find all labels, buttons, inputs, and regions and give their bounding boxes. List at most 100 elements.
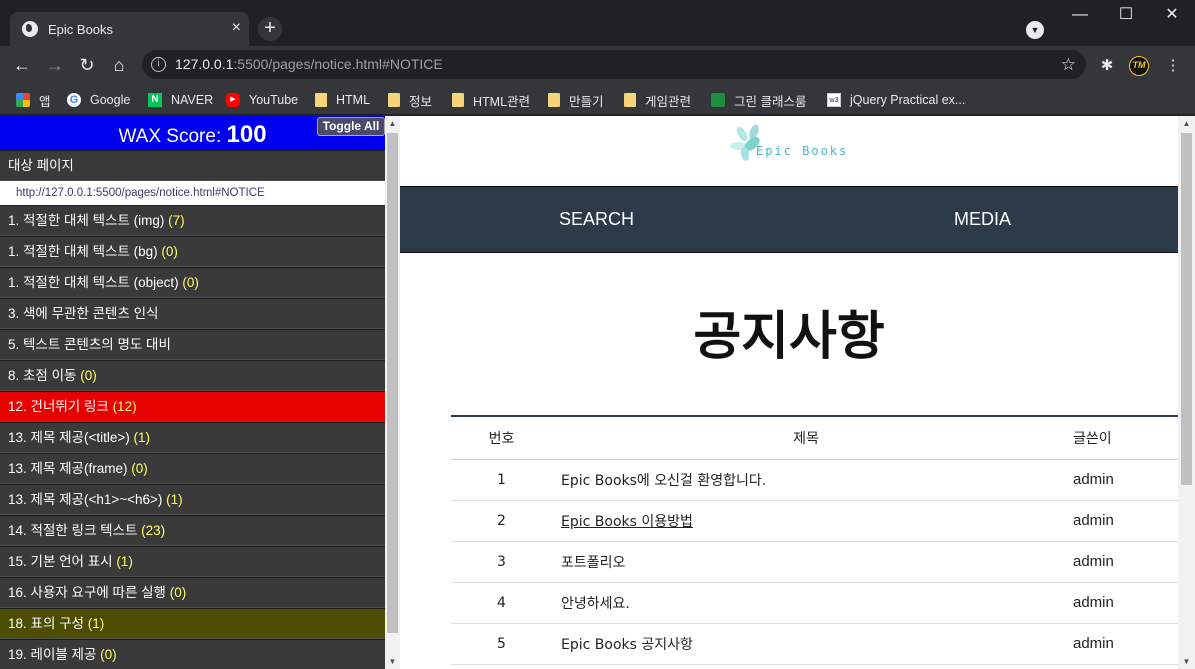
notice-table: 번호 제목 글쓴이 1 Epic Books에 오신걸 환영합니다. admin… — [451, 415, 1178, 665]
scroll-down-icon[interactable]: ▼ — [385, 654, 400, 669]
wax-item-count: (7) — [168, 213, 185, 228]
page-scrollbar[interactable]: ▲ ▼ — [1178, 116, 1195, 669]
table-row: 4 안녕하세요. admin — [451, 582, 1178, 624]
cell-title-link[interactable]: 안녕하세요. — [552, 582, 1060, 624]
new-tab-button[interactable]: + — [258, 17, 282, 41]
wax-item-language[interactable]: 15. 기본 언어 표시 (1) — [0, 546, 385, 577]
reload-button[interactable]: ↻ — [74, 52, 100, 78]
wax-item-label: 16. 사용자 요구에 따른 실행 — [8, 585, 166, 600]
maximize-button[interactable]: ☐ — [1103, 0, 1149, 32]
bookmark-label: 만들기 — [569, 94, 604, 109]
wax-item-count: (1) — [166, 492, 183, 507]
bookmark-label: HTML — [336, 93, 371, 107]
close-window-button[interactable]: ✕ — [1149, 0, 1195, 32]
bookmark-html[interactable]: HTML — [315, 90, 370, 110]
site-logo[interactable]: Epic Books — [730, 122, 860, 162]
wax-item-skip-link[interactable]: 12. 건너뛰기 링크 (12) — [0, 391, 385, 422]
bookmark-html-related[interactable]: HTML관련 — [452, 90, 530, 110]
close-tab-icon[interactable]: × — [232, 20, 241, 36]
cell-author: admin — [1060, 500, 1178, 542]
bookmark-youtube[interactable]: ▶ YouTube — [226, 90, 298, 110]
wax-item-headings[interactable]: 13. 제목 제공(<h1>~<h6>) (1) — [0, 484, 385, 515]
bookmark-game[interactable]: 게임관련 — [624, 90, 691, 110]
cell-author: admin — [1060, 582, 1178, 624]
bookmark-apps[interactable]: 앱 — [16, 90, 51, 110]
wax-item-label[interactable]: 19. 레이블 제공 (0) — [0, 639, 385, 669]
tab-title: Epic Books — [48, 21, 114, 37]
wax-item-title[interactable]: 13. 제목 제공(<title>) (1) — [0, 422, 385, 453]
nav-media[interactable]: MEDIA — [954, 209, 1011, 230]
cell-author: admin — [1060, 623, 1178, 665]
tampermonkey-icon[interactable]: TM — [1129, 56, 1149, 76]
bookmark-star-icon[interactable]: ☆ — [1061, 50, 1076, 79]
wax-item-user-request[interactable]: 16. 사용자 요구에 따른 실행 (0) — [0, 577, 385, 608]
wax-item-frame[interactable]: 13. 제목 제공(frame) (0) — [0, 453, 385, 484]
youtube-icon: ▶ — [226, 93, 240, 107]
website: Epic Books SEARCH MEDIA 공지사항 번호 제목 글쓴이 1… — [400, 116, 1178, 669]
scrollbar-thumb[interactable] — [1181, 133, 1192, 485]
bookmark-label: YouTube — [249, 93, 299, 107]
cell-title-link[interactable]: Epic Books 이용방법 — [552, 500, 1060, 542]
site-info-icon[interactable]: i — [151, 57, 166, 72]
address-bar[interactable]: i 127.0.0.1:5500/pages/notice.html#NOTIC… — [142, 50, 1086, 79]
wax-item-count: (0) — [100, 647, 117, 662]
wax-item-object-alt[interactable]: 1. 적절한 대체 텍스트 (object) (0) — [0, 267, 385, 298]
wax-item-label: 1. 적절한 대체 텍스트 (bg) — [8, 244, 158, 259]
wax-item-count: (12) — [112, 399, 137, 414]
back-button[interactable]: ← — [9, 52, 35, 78]
wax-item-label: 13. 제목 제공(frame) — [8, 461, 128, 476]
scroll-down-icon[interactable]: ▼ — [1179, 654, 1194, 669]
menu-kebab-icon[interactable]: ⋮ — [1163, 56, 1183, 76]
cell-title-link[interactable]: Epic Books에 오신걸 환영합니다. — [552, 459, 1060, 501]
wax-score-value: 100 — [226, 121, 267, 148]
bookmark-jquery[interactable]: w3 jQuery Practical ex... — [827, 90, 965, 110]
wax-panel: WAX Score: 100 Toggle All 대상 페이지 http://… — [0, 116, 385, 669]
col-header-author: 글쓴이 — [1060, 416, 1178, 460]
wax-scrollbar[interactable]: ▲ ▼ — [385, 116, 400, 669]
wax-item-link-text[interactable]: 14. 적절한 링크 텍스트 (23) — [0, 515, 385, 546]
classroom-icon — [711, 93, 725, 107]
wax-item-bg-alt[interactable]: 1. 적절한 대체 텍스트 (bg) (0) — [0, 236, 385, 267]
wax-item-count: (1) — [116, 554, 133, 569]
tab-search-icon[interactable]: ▼ — [1026, 21, 1044, 39]
tab-strip: Epic Books × + ▼ — ☐ ✕ — [0, 0, 1195, 46]
wax-item-color[interactable]: 3. 색에 무관한 콘텐츠 인식 — [0, 298, 385, 329]
wax-item-contrast[interactable]: 5. 텍스트 콘텐츠의 명도 대비 — [0, 329, 385, 360]
folder-icon — [315, 93, 327, 107]
scroll-up-icon[interactable]: ▲ — [1179, 116, 1194, 131]
wax-item-img-alt[interactable]: 1. 적절한 대체 텍스트 (img) (7) — [0, 205, 385, 236]
wax-item-label: 13. 제목 제공(<title>) — [8, 430, 130, 445]
bookmark-label: 앱 — [39, 94, 51, 109]
minimize-button[interactable]: — — [1057, 0, 1103, 32]
globe-icon — [22, 21, 38, 37]
nav-search[interactable]: SEARCH — [559, 209, 634, 230]
bookmark-label: HTML관련 — [473, 94, 531, 109]
target-page-label: 대상 페이지 — [0, 150, 385, 181]
wax-item-label: 1. 적절한 대체 텍스트 (object) — [8, 275, 179, 290]
bookmark-google[interactable]: G Google — [67, 90, 130, 110]
table-row: 2 Epic Books 이용방법 admin — [451, 500, 1178, 542]
browser-tab[interactable]: Epic Books × — [10, 12, 249, 46]
cell-title-link[interactable]: Epic Books 공지사항 — [552, 623, 1060, 665]
wax-item-table[interactable]: 18. 표의 구성 (1) — [0, 608, 385, 639]
home-button[interactable]: ⌂ — [106, 52, 132, 78]
toggle-all-button[interactable]: Toggle All — [317, 117, 385, 136]
bookmark-label: NAVER — [171, 93, 214, 107]
bookmark-make[interactable]: 만들기 — [548, 90, 604, 110]
bookmark-info[interactable]: 정보 — [388, 90, 432, 110]
table-header-row: 번호 제목 글쓴이 — [451, 416, 1178, 460]
url-host: 127.0.0.1 — [175, 56, 234, 72]
extensions-puzzle-icon[interactable]: ✱ — [1097, 56, 1117, 76]
scroll-up-icon[interactable]: ▲ — [385, 116, 400, 131]
bookmark-classroom[interactable]: 그린 클래스룸 — [711, 90, 806, 110]
wax-item-focus[interactable]: 8. 초점 이동 (0) — [0, 360, 385, 391]
scrollbar-thumb[interactable] — [387, 133, 398, 633]
forward-button[interactable]: → — [42, 52, 68, 78]
cell-number: 2 — [451, 500, 552, 542]
cell-title-link[interactable]: 포트폴리오 — [552, 541, 1060, 583]
wax-item-count: (1) — [133, 430, 150, 445]
bookmark-naver[interactable]: N NAVER — [148, 90, 213, 110]
wax-item-count: (1) — [87, 616, 105, 631]
wax-item-count: (0) — [182, 275, 199, 290]
site-nav: SEARCH MEDIA — [400, 186, 1178, 253]
